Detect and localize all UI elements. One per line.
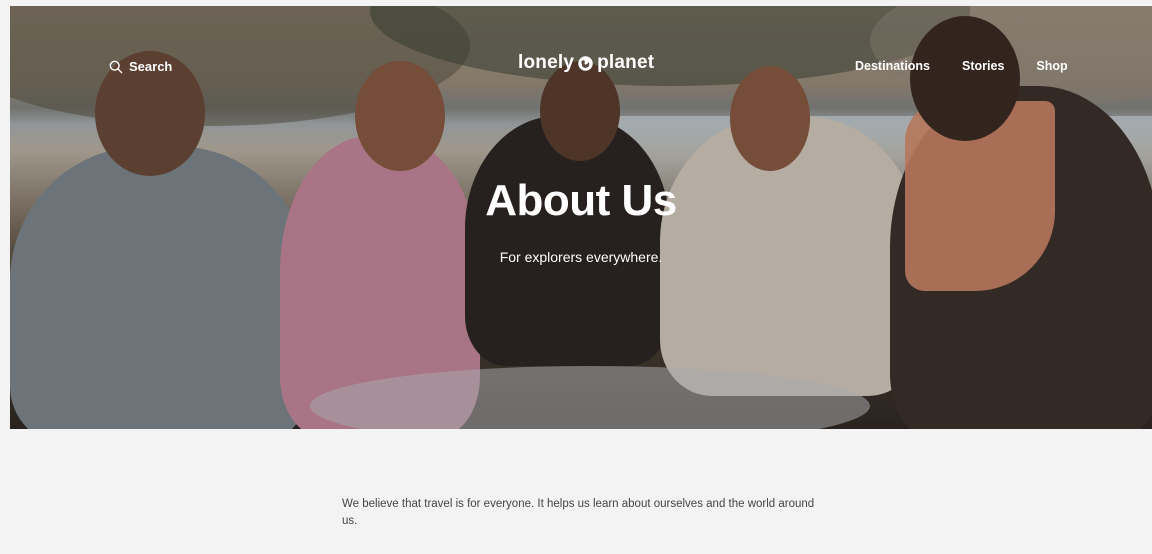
search-label: Search (129, 59, 173, 74)
page: Search lonely planet Destinations Storie… (0, 0, 1152, 554)
nav-link-destinations[interactable]: Destinations (855, 59, 930, 73)
logo-text-left: lonely (518, 52, 575, 73)
nav-link-shop[interactable]: Shop (1036, 59, 1067, 73)
hero-banner: Search lonely planet Destinations Storie… (10, 6, 1152, 429)
logo-text-right: planet (597, 52, 655, 73)
search-icon (109, 60, 123, 73)
main-nav: Destinations Stories Shop (855, 59, 1068, 73)
intro-paragraph: We believe that travel is for everyone. … (342, 498, 815, 527)
nav-link-stories[interactable]: Stories (962, 59, 1004, 73)
page-subtitle: For explorers everywhere. (499, 249, 663, 265)
globe-icon (578, 55, 593, 71)
page-title: About Us (485, 176, 677, 225)
search-button[interactable]: Search (109, 59, 172, 74)
lonely-planet-logo[interactable]: lonely planet (518, 52, 654, 74)
